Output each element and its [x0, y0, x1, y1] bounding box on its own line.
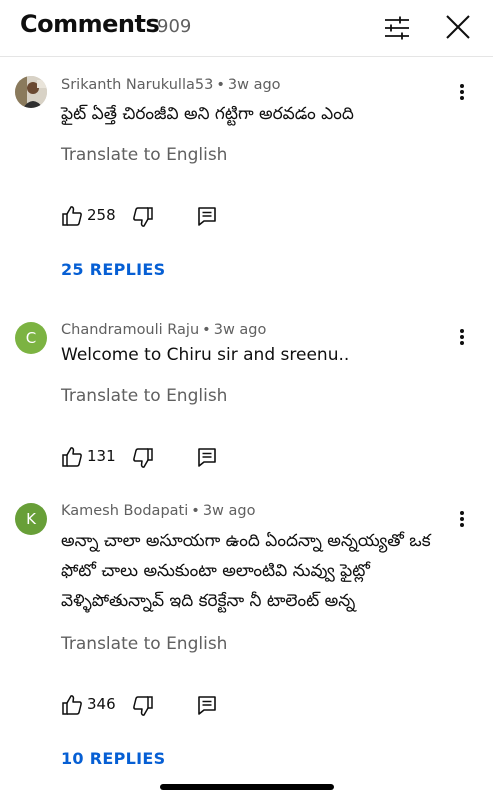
comment-meta: Srikanth Narukulla53 • 3w ago [61, 77, 281, 93]
comment-meta: Kamesh Bodapati • 3w ago [61, 503, 255, 519]
comment-text: ఫైట్ ఏత్తే చిరంజీవి అని గట్టిగా అరవడం ఎం… [61, 104, 354, 124]
like-count: 346 [87, 695, 116, 713]
reply-icon[interactable] [196, 694, 218, 716]
comment-author[interactable]: Chandramouli Raju [61, 322, 199, 338]
close-button[interactable] [441, 10, 475, 44]
thumbs-up-icon[interactable] [61, 446, 83, 468]
comments-count: 909 [157, 16, 192, 37]
reply-icon[interactable] [196, 446, 218, 468]
comments-title: Comments [20, 10, 160, 38]
thumbs-down-icon[interactable] [132, 695, 154, 717]
translate-link[interactable]: Translate to English [61, 386, 227, 406]
comment-time: 3w ago [227, 77, 281, 93]
comment-meta: Chandramouli Raju • 3w ago [61, 322, 266, 338]
close-icon [446, 15, 470, 39]
sort-filter-button[interactable] [381, 12, 413, 44]
avatar-letter: K [26, 510, 36, 528]
comment-time: 3w ago [213, 322, 267, 338]
avatar[interactable]: C [15, 322, 47, 354]
comment-actions: 131 [61, 446, 241, 470]
avatar[interactable] [15, 76, 47, 108]
comment-text: అన్నా చాలా అసూయగా ఉంది ఏందన్నా అన్నయ్యతో… [61, 531, 431, 611]
thumbs-down-icon[interactable] [132, 447, 154, 469]
avatar[interactable]: K [15, 503, 47, 535]
sliders-icon [385, 16, 409, 40]
comment-time: 3w ago [202, 503, 256, 519]
thumbs-up-icon[interactable] [61, 694, 83, 716]
thumbs-up-icon[interactable] [61, 205, 83, 227]
comment-actions: 346 [61, 694, 241, 718]
meta-separator: • [191, 503, 200, 519]
comment-author[interactable]: Srikanth Narukulla53 [61, 77, 213, 93]
translate-link[interactable]: Translate to English [61, 634, 227, 654]
comment-author[interactable]: Kamesh Bodapati [61, 503, 188, 519]
view-replies-link[interactable]: 25 REPLIES [61, 260, 165, 279]
avatar-letter: C [25, 329, 37, 347]
home-indicator[interactable] [160, 784, 334, 790]
reply-icon[interactable] [196, 205, 218, 227]
view-replies-link[interactable]: 10 REPLIES [61, 749, 165, 768]
comment-actions: 258 [61, 205, 241, 229]
comment-text: Welcome to Chiru sir and sreenu.. [61, 345, 350, 365]
thumbs-down-icon[interactable] [132, 206, 154, 228]
user-photo-icon [15, 76, 47, 108]
meta-separator: • [202, 322, 211, 338]
comments-header: Comments 909 [0, 0, 493, 57]
like-count: 258 [87, 206, 116, 224]
meta-separator: • [216, 77, 225, 93]
translate-link[interactable]: Translate to English [61, 145, 227, 165]
like-count: 131 [87, 447, 116, 465]
